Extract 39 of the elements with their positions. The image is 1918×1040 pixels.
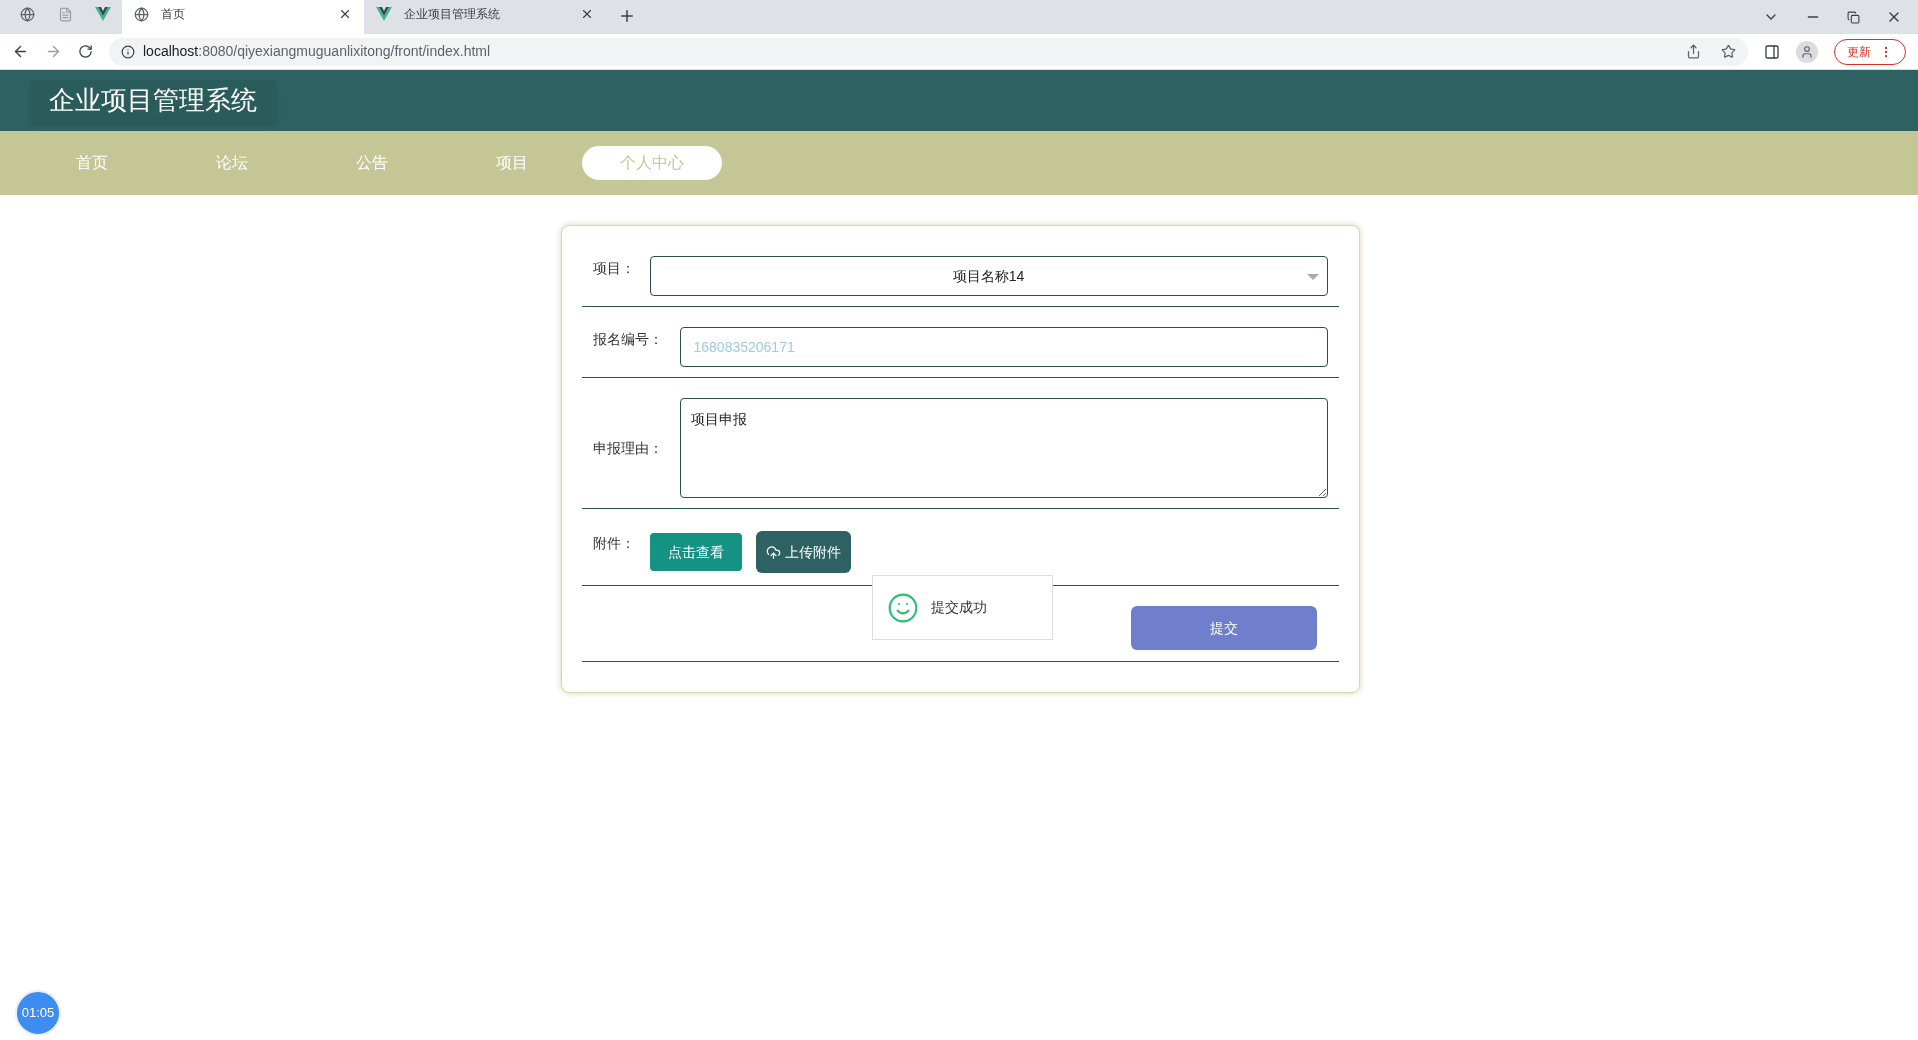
address-bar[interactable]: localhost:8080/qiyexiangmuguanlixitong/front/index.html [109, 37, 1748, 66]
field-label: 附件： [591, 534, 636, 553]
share-icon[interactable] [1686, 44, 1701, 59]
star-icon[interactable] [1721, 44, 1736, 59]
toast-message: 提交成功 [930, 598, 987, 617]
browser-tab[interactable]: 首页 [122, 0, 364, 34]
smile-icon [886, 591, 919, 624]
submit-button[interactable]: 提交 [1130, 606, 1317, 650]
upload-button[interactable]: 上传附件 [755, 531, 851, 573]
side-panel-icon[interactable] [1764, 43, 1780, 60]
profile-avatar[interactable] [1796, 40, 1818, 63]
site-title: 企业项目管理系统 [30, 79, 276, 122]
reason-field[interactable]: 项目申报 [679, 398, 1328, 498]
number-field[interactable]: 1680835206171 [679, 327, 1328, 367]
page-icon [57, 6, 73, 22]
new-tab-icon[interactable] [618, 7, 636, 25]
globe-icon [134, 6, 149, 22]
dropdown-caret-icon [1306, 274, 1319, 280]
info-icon [121, 44, 135, 59]
project-select[interactable]: 项目名称14 [649, 256, 1328, 296]
v-logo-icon [376, 7, 392, 21]
view-button[interactable]: 点击查看 [649, 533, 742, 571]
back-icon[interactable] [12, 43, 29, 60]
forward-icon[interactable] [45, 43, 62, 60]
timer-badge: 01:05 [15, 990, 61, 1036]
field-label: 项目： [591, 259, 636, 278]
restore-icon[interactable] [1847, 10, 1860, 24]
reload-icon[interactable] [78, 44, 93, 59]
cloud-upload-icon [765, 544, 781, 560]
v-logo-icon [95, 7, 111, 21]
close-icon[interactable] [338, 7, 352, 21]
tab-title: 首页 [161, 6, 186, 23]
globe-icon [19, 6, 35, 22]
field-label: 报名编号： [591, 330, 664, 349]
close-icon[interactable] [580, 7, 594, 21]
tab-title: 企业项目管理系统 [404, 6, 501, 23]
url-text: localhost:8080/qiyexiangmuguanlixitong/front/index.html [143, 42, 492, 61]
field-label: 申报理由： [591, 438, 664, 458]
browser-tab[interactable]: 企业项目管理系统 [364, 0, 606, 34]
